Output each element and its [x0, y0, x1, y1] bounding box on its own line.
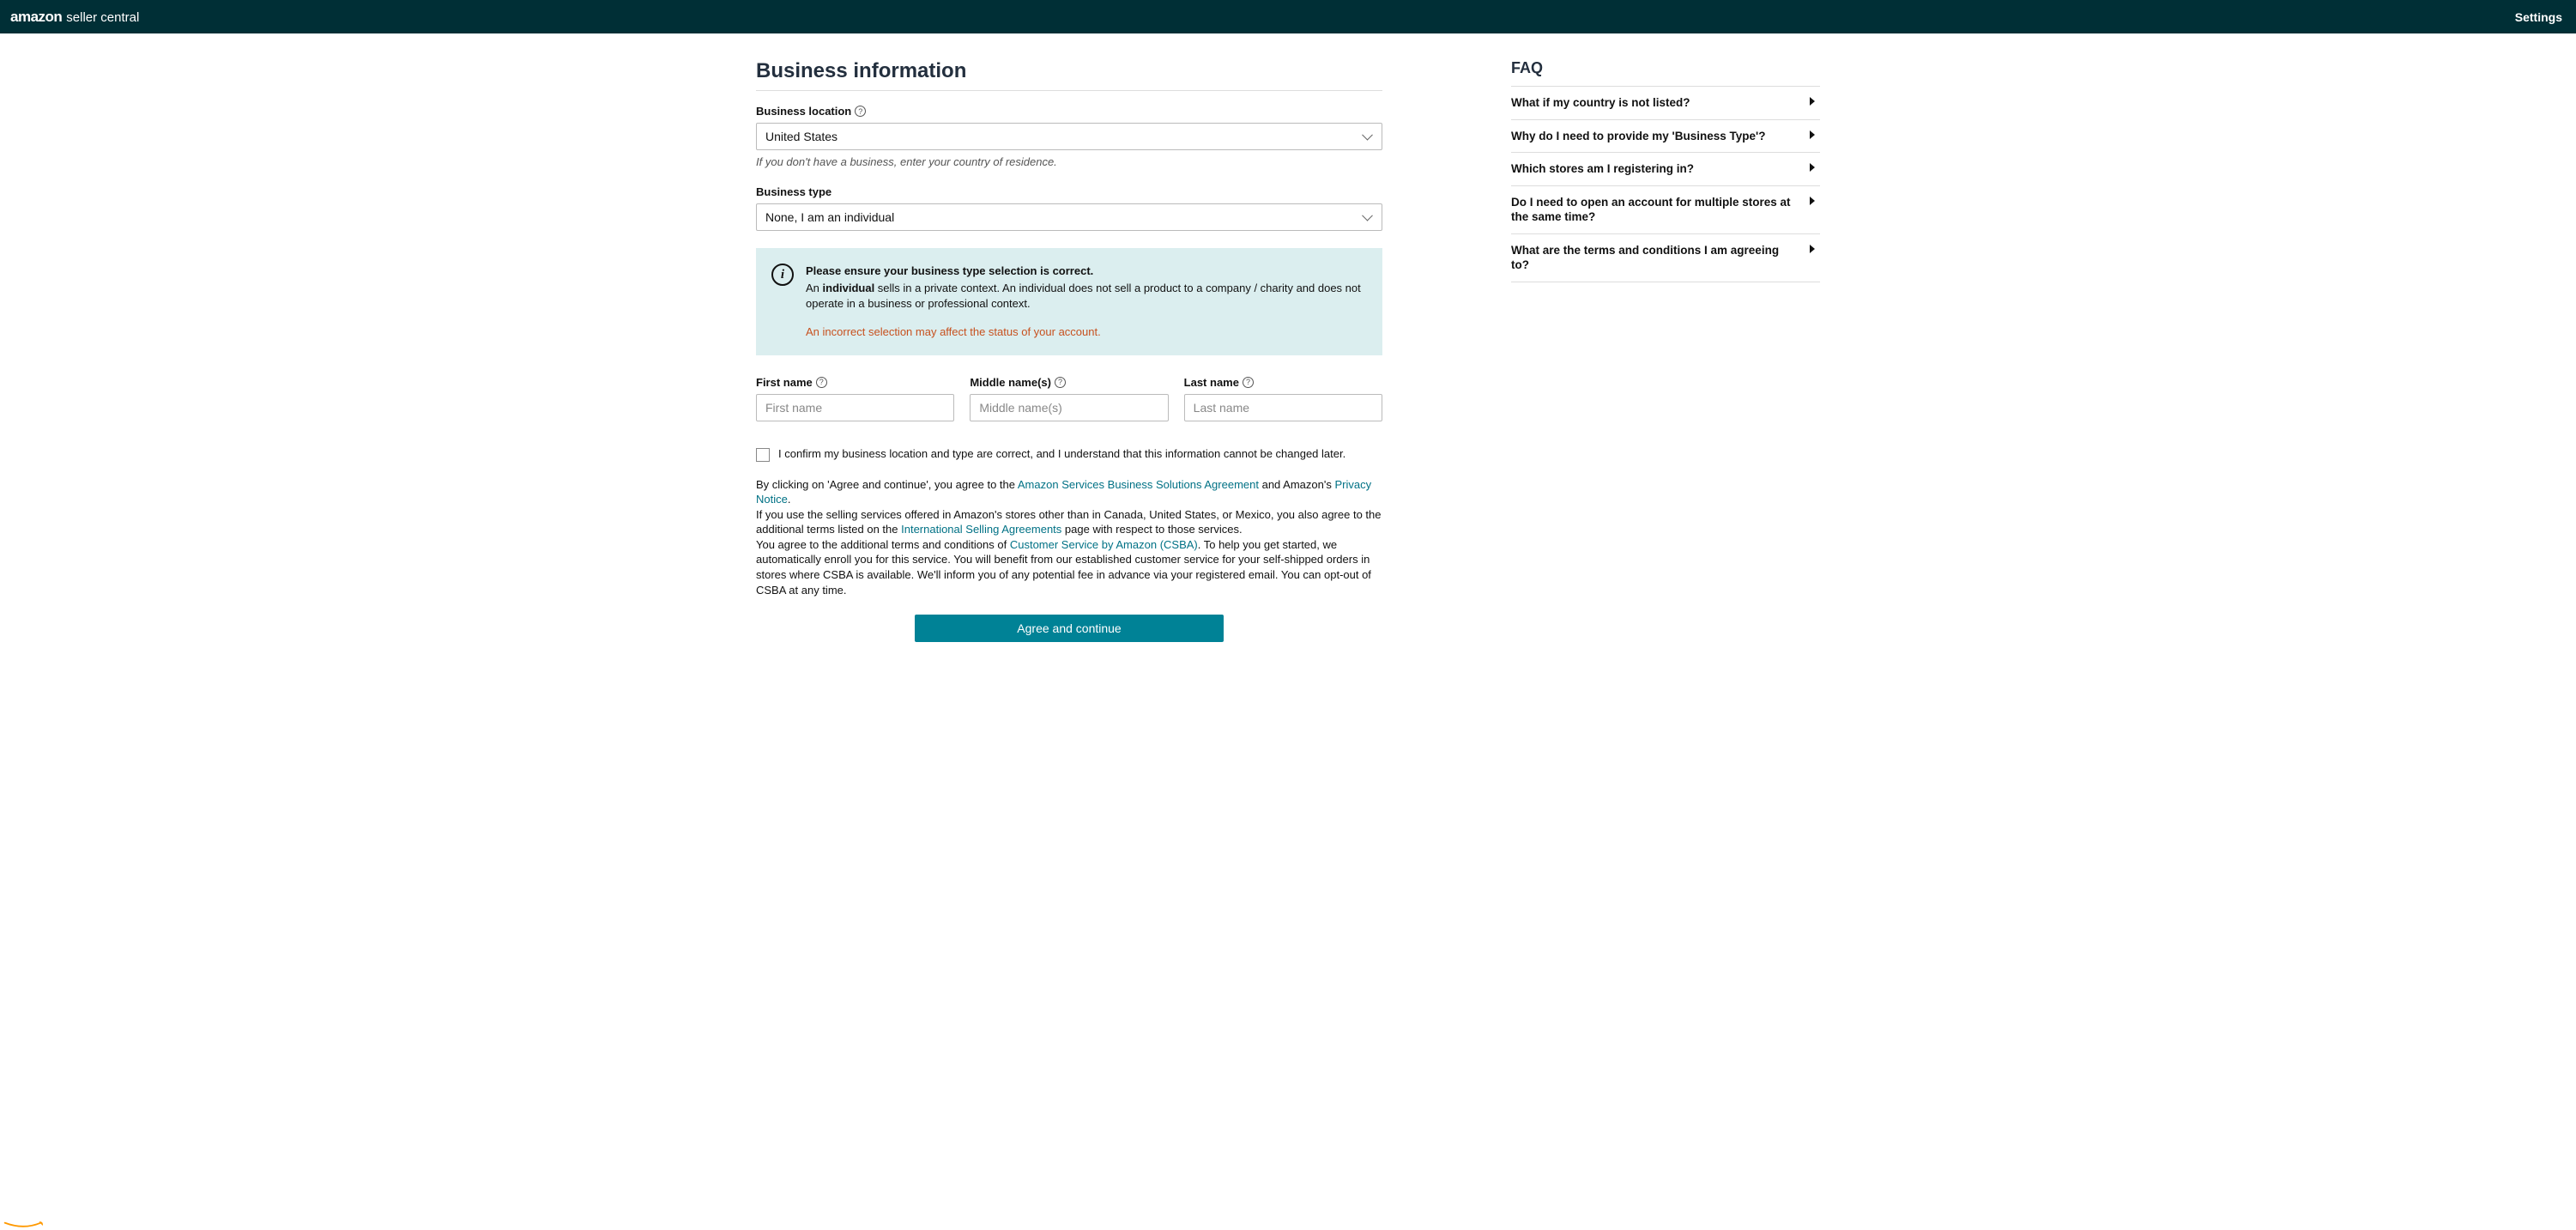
business-location-select[interactable]: United States [756, 123, 1382, 150]
middle-name-field: Middle name(s)? [970, 376, 1168, 421]
business-location-helper: If you don't have a business, enter your… [756, 155, 1382, 168]
faq-item[interactable]: Why do I need to provide my 'Business Ty… [1511, 120, 1820, 154]
business-location-label-text: Business location [756, 105, 851, 118]
logo-amazon-text: amazon [10, 9, 62, 26]
last-name-field: Last name? [1184, 376, 1382, 421]
faq-sidebar: FAQ What if my country is not listed? Wh… [1511, 59, 1820, 642]
faq-item[interactable]: What are the terms and conditions I am a… [1511, 234, 1820, 282]
link-intl-agreements[interactable]: International Selling Agreements [901, 523, 1061, 536]
faq-title: FAQ [1511, 59, 1820, 87]
middle-name-label: Middle name(s) [970, 376, 1051, 389]
info-icon: i [771, 264, 794, 286]
chevron-right-icon [1810, 197, 1815, 205]
info-title: Please ensure your business type selecti… [806, 264, 1367, 279]
last-name-label: Last name [1184, 376, 1239, 389]
page-title: Business information [756, 59, 1382, 91]
settings-link[interactable]: Settings [2515, 10, 2562, 24]
link-csba[interactable]: Customer Service by Amazon (CSBA) [1010, 538, 1198, 551]
amazon-smile-icon [0, 1221, 50, 1230]
business-type-field: Business type None, I am an individual [756, 185, 1382, 231]
help-icon[interactable]: ? [816, 377, 827, 388]
business-location-value: United States [765, 130, 838, 143]
agree-continue-button[interactable]: Agree and continue [915, 615, 1224, 642]
first-name-input[interactable] [756, 394, 954, 421]
help-icon[interactable]: ? [1055, 377, 1066, 388]
help-icon[interactable]: ? [855, 106, 866, 117]
chevron-right-icon [1810, 245, 1815, 253]
business-type-label: Business type [756, 185, 1382, 198]
business-type-value: None, I am an individual [765, 210, 894, 224]
help-icon[interactable]: ? [1243, 377, 1254, 388]
business-type-label-text: Business type [756, 185, 831, 198]
last-name-input[interactable] [1184, 394, 1382, 421]
faq-item[interactable]: Which stores am I registering in? [1511, 153, 1820, 186]
middle-name-input[interactable] [970, 394, 1168, 421]
first-name-label: First name [756, 376, 813, 389]
link-bsa[interactable]: Amazon Services Business Solutions Agree… [1018, 478, 1259, 491]
legal-text: By clicking on 'Agree and continue', you… [756, 477, 1382, 597]
business-location-field: Business location ? United States If you… [756, 105, 1382, 168]
info-box: i Please ensure your business type selec… [756, 248, 1382, 355]
info-warning: An incorrect selection may affect the st… [806, 324, 1367, 340]
logo-subtitle: seller central [66, 10, 139, 25]
faq-item[interactable]: What if my country is not listed? [1511, 87, 1820, 120]
confirm-checkbox[interactable] [756, 448, 770, 462]
business-location-label: Business location ? [756, 105, 1382, 118]
logo[interactable]: amazon seller central [10, 9, 139, 26]
main-form: Business information Business location ?… [756, 59, 1382, 642]
info-body-text: An individual sells in a private context… [806, 281, 1367, 312]
first-name-field: First name? [756, 376, 954, 421]
chevron-right-icon [1810, 97, 1815, 106]
confirm-text: I confirm my business location and type … [778, 447, 1345, 460]
chevron-right-icon [1810, 163, 1815, 172]
chevron-right-icon [1810, 130, 1815, 139]
business-type-select[interactable]: None, I am an individual [756, 203, 1382, 231]
faq-item[interactable]: Do I need to open an account for multipl… [1511, 186, 1820, 234]
app-header: amazon seller central Settings [0, 0, 2576, 33]
